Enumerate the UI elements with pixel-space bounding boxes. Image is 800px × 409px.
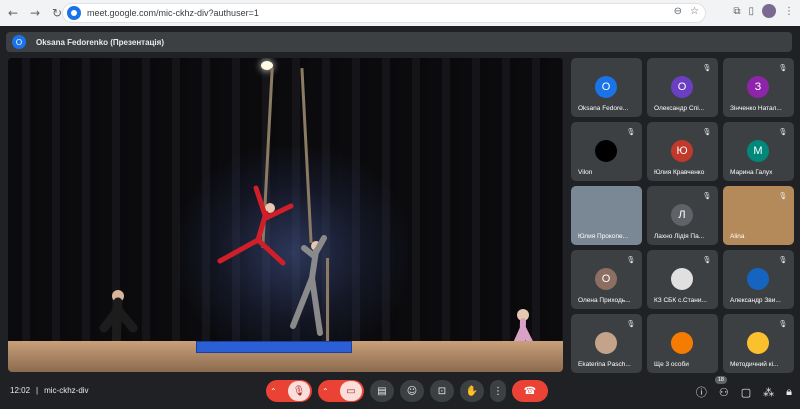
participant-avatar: О [595,268,617,290]
mic-off-icon: 🎙︎ [626,256,636,264]
info-icon[interactable]: ⓘ [696,384,707,400]
participant-tile[interactable]: 🎙︎ Методичний кі... [723,314,794,373]
mic-off-icon: 🎙︎ [626,128,636,136]
browser-toolbar: ← → ↻ meet.google.com/mic-ckhz-div?authu… [0,0,800,26]
participant-avatar [595,332,617,354]
participant-name: КЗ СБК с.Стани... [654,297,707,304]
mic-off-icon: 🎙︎ [702,256,712,264]
participant-tile[interactable]: Ю 🎙︎ Юлия Кравченко [647,122,718,181]
meeting-control-bar: 12:02 | mic-ckhz-div ⌃ 🎙︎ ⌃ ▭ ▤ ☺ ⊡ ✋ ⋮ … [0,372,800,409]
participant-tile[interactable]: 🎙︎ КЗ СБК с.Стани... [647,250,718,309]
mic-off-icon: 🎙︎ [702,128,712,136]
participant-name: Олександр Спі... [654,105,705,112]
participant-avatar: Л [671,204,693,226]
participant-name: Зінченко Натал... [730,105,782,112]
forward-icon[interactable]: → [26,4,44,22]
participant-avatar: З [747,76,769,98]
camera-off-icon[interactable]: ▭ [340,381,362,401]
present-icon[interactable]: ⊡ [430,380,454,402]
participant-name: Олена Приходь... [578,297,631,304]
participant-tile[interactable]: М 🎙︎ Марина Галух [723,122,794,181]
sidebar-icon[interactable]: ▯ [748,6,754,17]
profile-avatar[interactable] [762,4,776,18]
captions-icon[interactable]: ▤ [370,380,394,402]
chevron-up-icon[interactable]: ⌃ [322,387,329,396]
participant-name: Vilon [578,169,593,176]
people-icon[interactable]: ⚇ 18 [714,375,729,399]
presentation-video[interactable] [8,58,563,372]
mic-toggle[interactable]: ⌃ 🎙︎ [266,380,312,402]
participant-avatar [747,268,769,290]
participant-tile[interactable]: 🎙︎ Ekaterina Pasch... [571,314,642,373]
presenter-bar: O Oksana Fedorenko (Презентація) [6,32,792,52]
mic-off-icon: 🎙︎ [778,128,788,136]
participant-tile[interactable]: Ще 3 особи [647,314,718,373]
presenter-avatar: O [12,35,26,49]
participant-tile[interactable]: О 🎙︎ Олена Приходь... [571,250,642,309]
site-info-icon[interactable] [67,6,81,20]
participant-avatar: М [747,140,769,162]
participant-avatar [595,140,617,162]
mic-off-icon: 🎙︎ [778,64,788,72]
clock: 12:02 [10,386,31,395]
participant-avatar: О [671,76,693,98]
participant-tile[interactable]: Л 🎙︎ Лахно Лідія Па... [647,186,718,245]
participant-avatar [671,332,693,354]
participant-grid: O Oksana Fedore... О 🎙︎ Олександр Спі... З 🎙︎ З… [571,58,794,374]
participant-name: Методичний кі... [730,361,779,368]
chevron-up-icon[interactable]: ⌃ [270,387,277,396]
more-icon[interactable]: ⋮ [490,380,506,402]
participant-name: Юлия Кравченко [654,169,705,176]
participant-avatar [671,268,693,290]
zoom-icon[interactable]: ⊖ [674,6,682,17]
presenter-label: Oksana Fedorenko (Презентація) [36,37,164,47]
gym-mat [196,341,352,353]
back-icon[interactable]: ← [4,4,22,22]
participant-name: Ще 3 особи [654,361,689,368]
participant-tile[interactable]: З 🎙︎ Зінченко Натал... [723,58,794,117]
participant-tile[interactable]: 🎙︎ Vilon [571,122,642,181]
camera-toggle[interactable]: ⌃ ▭ [318,380,364,402]
mic-off-icon: 🎙︎ [778,192,788,200]
performers [99,185,535,372]
meeting-code: mic-ckhz-div [44,386,89,395]
star-icon[interactable]: ☆ [690,6,699,17]
participant-avatar: Ю [671,140,693,162]
menu-icon[interactable]: ⋮ [784,6,794,17]
participant-name: Юлия Прокопе... [578,233,629,240]
separator: | [36,386,39,395]
participant-tile[interactable]: 🎙︎ Alina [723,186,794,245]
mic-off-icon: 🎙︎ [702,64,712,72]
participant-name: Alina [730,233,745,240]
mic-off-icon: 🎙︎ [702,192,712,200]
emoji-icon[interactable]: ☺ [400,380,424,402]
people-count-badge: 18 [714,375,727,384]
address-bar[interactable]: meet.google.com/mic-ckhz-div?authuser=1 … [62,3,706,23]
host-controls-icon[interactable]: 🔒︎ [786,385,792,399]
participant-avatar [747,332,769,354]
participant-name: Oksana Fedore... [578,105,629,112]
call-controls: ⌃ 🎙︎ ⌃ ▭ ▤ ☺ ⊡ ✋ ⋮ ☎ [266,380,548,402]
participant-name: Лахно Лідія Па... [654,233,705,240]
raise-hand-icon[interactable]: ✋ [460,380,484,402]
activities-icon[interactable]: ⁂ [763,386,774,399]
mic-off-icon: 🎙︎ [626,320,636,328]
participant-tile[interactable]: O Oksana Fedore... [571,58,642,117]
participant-avatar: O [595,76,617,98]
url-text: meet.google.com/mic-ckhz-div?authuser=1 [87,8,259,18]
participant-tile[interactable]: О 🎙︎ Олександр Спі... [647,58,718,117]
participant-name: Марина Галух [730,169,773,176]
chat-icon[interactable]: ▢ [741,386,751,399]
participant-tile[interactable]: 🎙︎ Александр Зви... [723,250,794,309]
mic-off-icon: 🎙︎ [778,320,788,328]
mic-off-icon[interactable]: 🎙︎ [288,381,310,401]
participant-name: Александр Зви... [730,297,781,304]
participant-name: Ekaterina Pasch... [578,361,631,368]
end-call-icon[interactable]: ☎ [512,380,548,402]
mic-off-icon: 🎙︎ [778,256,788,264]
extensions-icon[interactable]: ⧉ [733,6,740,17]
participant-tile[interactable]: Юлия Прокопе... [571,186,642,245]
